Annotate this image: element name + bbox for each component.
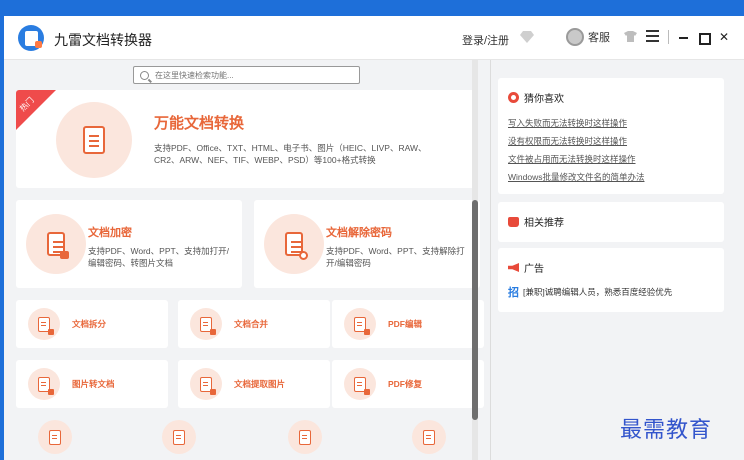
feature-scrollbar[interactable]	[472, 60, 478, 460]
scrollbar-thumb[interactable]	[472, 200, 478, 420]
tool-doc-merge[interactable]: 文档合并	[178, 300, 330, 348]
guess-you-like-panel: 猜你喜欢 写入失败而无法转换时这样操作 没有权限而无法转换时这样操作 文件被占用…	[498, 78, 724, 194]
feature-panel: 热门 万能文档转换 支持PDF、Office、TXT、HTML、电子书、图片（H…	[4, 60, 490, 460]
doc-icon[interactable]	[162, 420, 196, 454]
doc-decrypt-card[interactable]: 文档解除密码 支持PDF、Word、PPT、支持解除打开/编辑密码	[254, 200, 480, 288]
minimize-button[interactable]	[676, 28, 692, 46]
tool-label: PDF修复	[388, 379, 423, 389]
skin-shirt-icon[interactable]	[624, 31, 637, 42]
doc-split-icon	[28, 308, 60, 340]
related-recommend-panel: 相关推荐	[498, 202, 724, 242]
close-button[interactable]: ✕	[716, 28, 732, 46]
feature-desc: 支持PDF、Word、PPT、支持解除打开/编辑密码	[326, 246, 465, 268]
hero-desc: 支持PDF、Office、TXT、HTML、电子书、图片（HEIC、LIVP、R…	[154, 143, 427, 165]
guess-link[interactable]: 写入失败而无法转换时这样操作	[508, 114, 644, 132]
app-title: 九雷文档转换器	[54, 32, 152, 48]
pdf-edit-icon	[344, 308, 376, 340]
feature-title: 文档加密	[88, 227, 132, 239]
heart-icon	[508, 92, 519, 103]
universal-convert-card[interactable]: 热门 万能文档转换 支持PDF、Office、TXT、HTML、电子书、图片（H…	[16, 90, 478, 188]
app-logo-icon	[18, 25, 44, 51]
tool-label: PDF编辑	[388, 319, 423, 329]
watermark: 最需教育	[620, 418, 713, 443]
ad-panel: 广告 招 [兼职]诚聘编辑人员，熟悉百度经验优先	[498, 248, 724, 312]
pdf-repair-icon	[344, 368, 376, 400]
tool-label: 文档合并	[234, 319, 269, 329]
doc-key-icon	[264, 214, 324, 274]
guess-link[interactable]: 文件被占用而无法转换时这样操作	[508, 150, 644, 168]
feature-title: 文档解除密码	[326, 227, 392, 239]
title-separator	[668, 30, 669, 44]
image-to-doc-icon	[28, 368, 60, 400]
vip-diamond-icon[interactable]	[520, 31, 534, 43]
speaker-icon	[508, 263, 519, 272]
guess-title: 猜你喜欢	[524, 94, 564, 105]
extract-image-icon	[190, 368, 222, 400]
tool-pdf-repair[interactable]: PDF修复	[332, 360, 484, 408]
guess-link[interactable]: 没有权限而无法转换时这样操作	[508, 132, 644, 150]
app-window: 九雷文档转换器 登录/注册 客服 ✕ 热门 万能文档转换 支持PDF、Offic…	[4, 16, 744, 460]
tool-label: 图片转文档	[72, 379, 115, 389]
ad-item[interactable]: 招 [兼职]诚聘编辑人员，熟悉百度经验优先	[508, 284, 672, 300]
customer-service-button[interactable]: 客服	[566, 28, 610, 46]
thumbs-up-icon	[508, 216, 519, 227]
doc-icon[interactable]	[412, 420, 446, 454]
doc-lock-icon	[26, 214, 86, 274]
convert-doc-icon	[56, 102, 132, 178]
login-register-link[interactable]: 登录/注册	[462, 32, 509, 48]
panel-divider	[490, 60, 491, 460]
recruit-badge-icon: 招	[508, 287, 519, 299]
tool-label: 文档提取图片	[234, 379, 286, 389]
tool-extract-image[interactable]: 文档提取图片	[178, 360, 330, 408]
guess-link-list: 写入失败而无法转换时这样操作 没有权限而无法转换时这样操作 文件被占用而无法转换…	[508, 114, 644, 186]
doc-merge-icon	[190, 308, 222, 340]
maximize-button[interactable]	[696, 28, 712, 46]
ad-title: 广告	[524, 264, 544, 275]
customer-service-icon	[566, 28, 584, 46]
feature-desc: 支持PDF、Word、PPT、支持加打开/编辑密码、转图片文档	[88, 246, 230, 268]
hero-title: 万能文档转换	[154, 115, 245, 132]
customer-service-label: 客服	[588, 32, 610, 44]
title-bar: 九雷文档转换器 登录/注册 客服 ✕	[4, 16, 744, 60]
ad-text: [兼职]诚聘编辑人员，熟悉百度经验优先	[523, 287, 673, 297]
menu-icon[interactable]	[646, 30, 659, 42]
recommend-title: 相关推荐	[524, 218, 564, 229]
doc-icon[interactable]	[288, 420, 322, 454]
doc-icon[interactable]	[38, 420, 72, 454]
tool-pdf-edit[interactable]: PDF编辑	[332, 300, 484, 348]
doc-encrypt-card[interactable]: 文档加密 支持PDF、Word、PPT、支持加打开/编辑密码、转图片文档	[16, 200, 242, 288]
tool-image-to-doc[interactable]: 图片转文档	[16, 360, 168, 408]
guess-link[interactable]: Windows批量修改文件名的简单办法	[508, 168, 644, 186]
tool-label: 文档拆分	[72, 319, 107, 329]
tool-doc-split[interactable]: 文档拆分	[16, 300, 168, 348]
